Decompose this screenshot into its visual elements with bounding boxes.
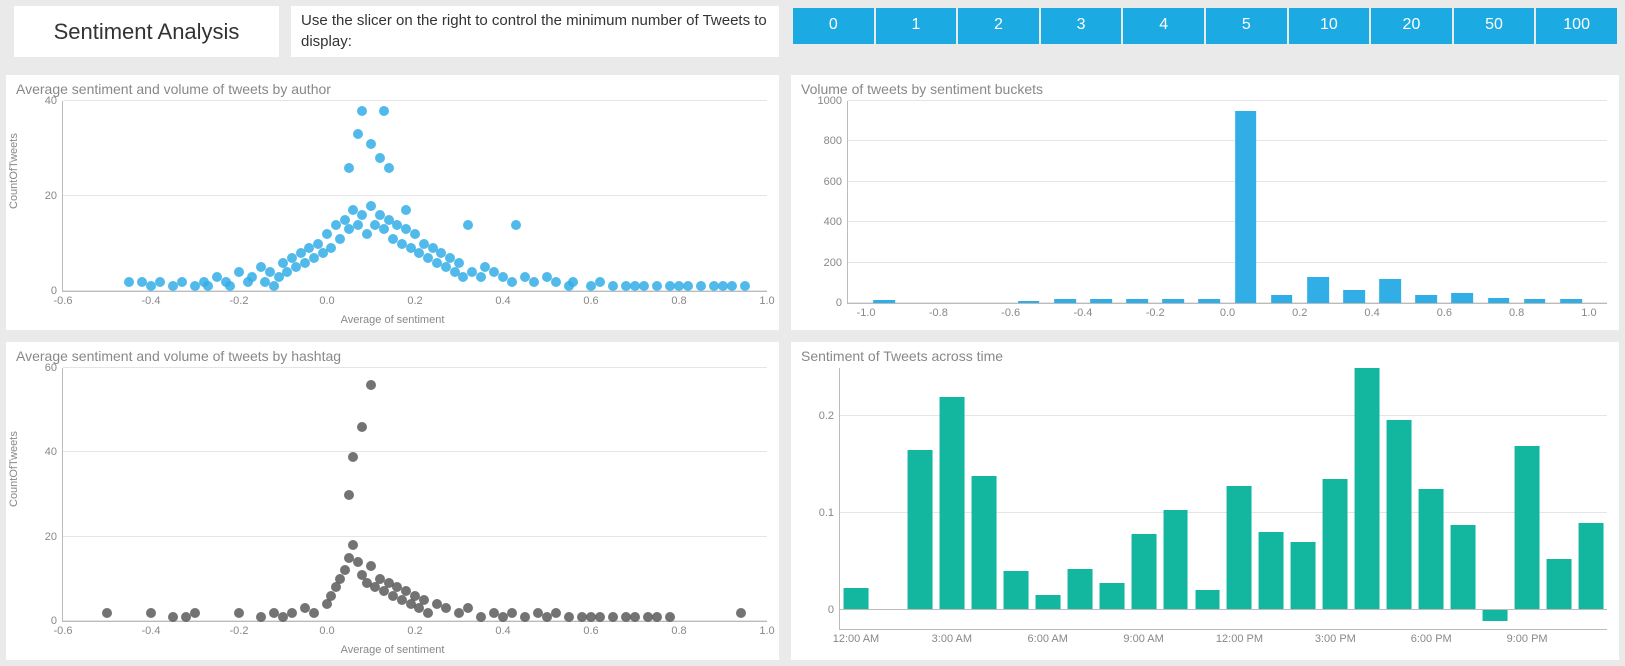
slicer-option[interactable]: 50: [1454, 8, 1535, 44]
slicer-option[interactable]: 10: [1289, 8, 1370, 44]
slicer-option[interactable]: 5: [1206, 8, 1287, 44]
chart-plot-area: 0204060-0.6-0.4-0.20.00.20.40.60.81.0: [62, 368, 767, 622]
slicer-option[interactable]: 2: [958, 8, 1039, 44]
chart-title: Sentiment of Tweets across time: [791, 342, 1619, 366]
dashboard: Sentiment Analysis Use the slicer on the…: [0, 0, 1625, 666]
slicer-option[interactable]: 3: [1041, 8, 1122, 44]
chart-title: Volume of tweets by sentiment buckets: [791, 75, 1619, 99]
tweets-min-slicer[interactable]: 012345102050100: [785, 0, 1625, 63]
chart-scatter-author[interactable]: Average sentiment and volume of tweets b…: [6, 75, 779, 330]
page-title: Sentiment Analysis: [54, 19, 240, 45]
slicer-option[interactable]: 20: [1371, 8, 1452, 44]
slicer-option[interactable]: 0: [793, 8, 874, 44]
page-title-card: Sentiment Analysis: [14, 6, 279, 57]
chart-bar-time[interactable]: Sentiment of Tweets across time 00.10.21…: [791, 342, 1619, 660]
slicer-option[interactable]: 1: [876, 8, 957, 44]
chart-title: Average sentiment and volume of tweets b…: [6, 75, 779, 99]
charts-grid: Average sentiment and volume of tweets b…: [0, 63, 1625, 666]
chart-scatter-hashtag[interactable]: Average sentiment and volume of tweets b…: [6, 342, 779, 660]
slicer-option[interactable]: 100: [1536, 8, 1617, 44]
chart-ylabel: CountOfTweets: [8, 495, 20, 507]
chart-xlabel: Average of sentiment: [6, 644, 779, 656]
chart-plot-area: 02040-0.6-0.4-0.20.00.20.40.60.81.0: [62, 101, 767, 292]
chart-xlabel: Average of sentiment: [6, 314, 779, 326]
chart-bar-buckets[interactable]: Volume of tweets by sentiment buckets 02…: [791, 75, 1619, 330]
instruction-card: Use the slicer on the right to control t…: [291, 6, 779, 57]
chart-plot-area: 02004006008001000-1.0-0.8-0.6-0.4-0.20.0…: [847, 101, 1607, 304]
chart-title: Average sentiment and volume of tweets b…: [6, 342, 779, 366]
chart-plot-area: 00.10.212:00 AM3:00 AM6:00 AM9:00 AM12:0…: [839, 368, 1607, 630]
instruction-text: Use the slicer on the right to control t…: [301, 11, 769, 52]
chart-ylabel: CountOfTweets: [8, 197, 20, 209]
slicer-option[interactable]: 4: [1123, 8, 1204, 44]
